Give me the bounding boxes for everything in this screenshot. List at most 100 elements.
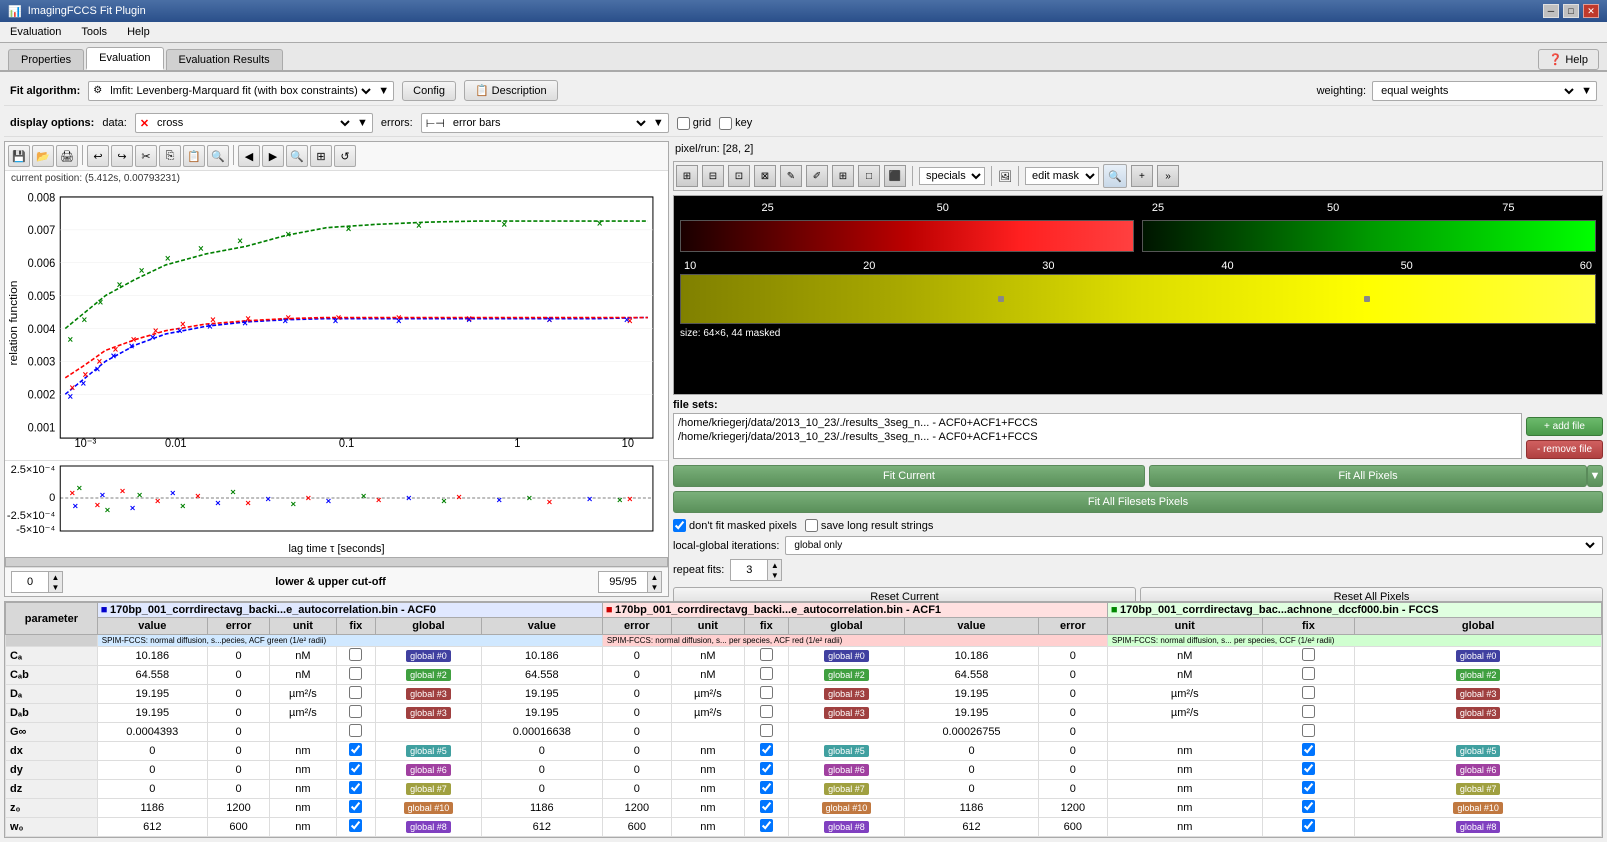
lower-cutoff-down[interactable]: ▼ — [48, 582, 62, 592]
fit-all-pixels-button[interactable]: Fit All Pixels — [1149, 465, 1587, 487]
svg-text:10⁻³: 10⁻³ — [74, 437, 96, 450]
copy-plot-button[interactable]: ⎘ — [159, 145, 181, 167]
fit-algorithm-select[interactable]: lmfit: Levenberg-Marquard fit (with box … — [106, 84, 374, 98]
image-btn-1[interactable]: ⊞ — [676, 165, 698, 187]
fit-all-pixels-dropdown[interactable]: ▼ — [1587, 465, 1603, 487]
file-item[interactable]: /home/kriegerj/data/2013_10_23/./results… — [676, 430, 1519, 444]
edit-mask-select[interactable]: edit mask — [1025, 167, 1099, 185]
description-button[interactable]: 📋 Description — [464, 80, 558, 101]
print-plot-button[interactable]: 🖨 — [56, 145, 78, 167]
file-item[interactable]: /home/kriegerj/data/2013_10_23/./results… — [676, 416, 1519, 430]
upper-cutoff-spinbox[interactable]: ▲ ▼ — [598, 571, 662, 593]
lower-cutoff-input[interactable] — [12, 575, 48, 589]
repeat-fits-up[interactable]: ▲ — [767, 560, 781, 570]
svg-text:2.5×10⁻⁴: 2.5×10⁻⁴ — [11, 464, 56, 476]
fit-all-filesets-button[interactable]: Fit All Filesets Pixels — [673, 491, 1603, 513]
cross-icon: ✕ — [140, 117, 149, 130]
key-checkbox[interactable] — [719, 117, 732, 130]
menu-help[interactable]: Help — [123, 24, 154, 40]
repeat-fits-input[interactable] — [731, 563, 767, 577]
weighting-select[interactable]: equal weights — [1377, 84, 1577, 98]
search-button[interactable]: 🔍 — [1103, 164, 1127, 188]
close-button[interactable]: ✕ — [1583, 4, 1599, 18]
svg-text:0.002: 0.002 — [28, 389, 56, 402]
repeat-fits-label: repeat fits: — [673, 564, 724, 576]
errors-dropdown-icon: ▼ — [653, 117, 664, 129]
upper-cutoff-up[interactable]: ▲ — [647, 572, 661, 582]
image-btn-plus[interactable]: + — [1131, 165, 1153, 187]
file-sets-label: file sets: — [673, 399, 718, 411]
data-dropdown-icon: ▼ — [357, 117, 368, 129]
zoom-out-button[interactable]: 🔍 — [286, 145, 308, 167]
minimize-button[interactable]: ─ — [1543, 4, 1559, 18]
image-btn-more[interactable]: » — [1157, 165, 1179, 187]
paste-button[interactable]: 📋 — [183, 145, 205, 167]
lower-cutoff-spinbox[interactable]: ▲ ▼ — [11, 571, 63, 593]
upper-cutoff-down[interactable]: ▼ — [647, 582, 661, 592]
file-header-0: ■ 170bp_001_corrdirectavg_backi...e_auto… — [97, 603, 602, 618]
window-title: 📊 ImagingFCCS Fit Plugin — [8, 5, 146, 18]
image-btn-7[interactable]: ⊞ — [832, 165, 854, 187]
image-btn-5[interactable]: ✎ — [780, 165, 802, 187]
parameter-table: parameter ■ 170bp_001_corrdirectavg_back… — [5, 602, 1602, 837]
image-btn-3[interactable]: ⊡ — [728, 165, 750, 187]
tab-properties[interactable]: Properties — [8, 49, 84, 70]
grid-checkbox-label[interactable]: grid — [677, 117, 711, 130]
config-button[interactable]: Config — [402, 81, 456, 101]
image-btn-2[interactable]: ⊟ — [702, 165, 724, 187]
dont-fit-masked-label[interactable]: don't fit masked pixels — [673, 519, 797, 532]
redo-button[interactable]: ↪ — [111, 145, 133, 167]
lower-cutoff-up[interactable]: ▲ — [48, 572, 62, 582]
menu-tools[interactable]: Tools — [77, 24, 111, 40]
horizontal-scrollbar[interactable] — [5, 557, 668, 567]
open-plot-button[interactable]: 📂 — [32, 145, 54, 167]
tab-evaluation[interactable]: Evaluation — [86, 47, 163, 70]
param-label: dz — [6, 780, 98, 799]
param-label: Dₐ — [6, 685, 98, 704]
col-parameter: parameter — [6, 603, 98, 635]
svg-text:0.006: 0.006 — [28, 258, 56, 271]
refresh-button[interactable]: ↺ — [334, 145, 356, 167]
grid-checkbox[interactable] — [677, 117, 690, 130]
param-label: z₀ — [6, 799, 98, 818]
help-button[interactable]: ❓ Help — [1538, 49, 1599, 70]
fit-current-button[interactable]: Fit Current — [673, 465, 1145, 487]
save-long-strings-checkbox[interactable] — [805, 519, 818, 532]
image-btn-8[interactable]: □ — [858, 165, 880, 187]
svg-text:0.008: 0.008 — [28, 192, 56, 205]
save-long-strings-label[interactable]: save long result strings — [805, 519, 934, 532]
errorbars-icon: ⊢⊣ — [426, 117, 445, 130]
prev-button[interactable]: ◀ — [238, 145, 260, 167]
file-sets-list[interactable]: /home/kriegerj/data/2013_10_23/./results… — [673, 413, 1522, 459]
dont-fit-masked-checkbox[interactable] — [673, 519, 686, 532]
menu-evaluation[interactable]: Evaluation — [6, 24, 65, 40]
specials-select[interactable]: specials — [919, 167, 985, 185]
svg-text:0.001: 0.001 — [28, 422, 56, 435]
image-btn-4[interactable]: ⊠ — [754, 165, 776, 187]
repeat-fits-down[interactable]: ▼ — [767, 570, 781, 580]
svg-text:0.004: 0.004 — [28, 323, 56, 336]
upper-cutoff-input[interactable] — [599, 575, 647, 589]
zoom-in-button[interactable]: 🔍 — [207, 145, 229, 167]
pixel-info: pixel/run: [28, 2] — [673, 141, 1603, 157]
image-btn-9[interactable]: ⬛ — [884, 165, 906, 187]
data-select[interactable]: cross — [153, 116, 353, 130]
next-button[interactable]: ▶ — [262, 145, 284, 167]
repeat-fits-spinbox[interactable]: ▲ ▼ — [730, 559, 782, 581]
weighting-label: weighting: — [1317, 85, 1367, 97]
svg-text:0: 0 — [49, 492, 55, 504]
add-file-button[interactable]: + add file — [1526, 417, 1603, 436]
tab-evaluation-results[interactable]: Evaluation Results — [166, 49, 283, 70]
fit-plot-button[interactable]: ⊞ — [310, 145, 332, 167]
remove-file-button[interactable]: - remove file — [1526, 440, 1603, 459]
local-global-select[interactable]: global only — [790, 539, 1598, 552]
xaxis-label: lag time τ [seconds] — [5, 540, 668, 557]
maximize-button[interactable]: □ — [1563, 4, 1579, 18]
errors-select[interactable]: error bars — [449, 116, 649, 130]
undo-button[interactable]: ↩ — [87, 145, 109, 167]
cut-button[interactable]: ✂ — [135, 145, 157, 167]
display-options-label: display options: — [10, 117, 94, 129]
save-plot-button[interactable]: 💾 — [8, 145, 30, 167]
image-btn-6[interactable]: ✐ — [806, 165, 828, 187]
key-checkbox-label[interactable]: key — [719, 117, 752, 130]
